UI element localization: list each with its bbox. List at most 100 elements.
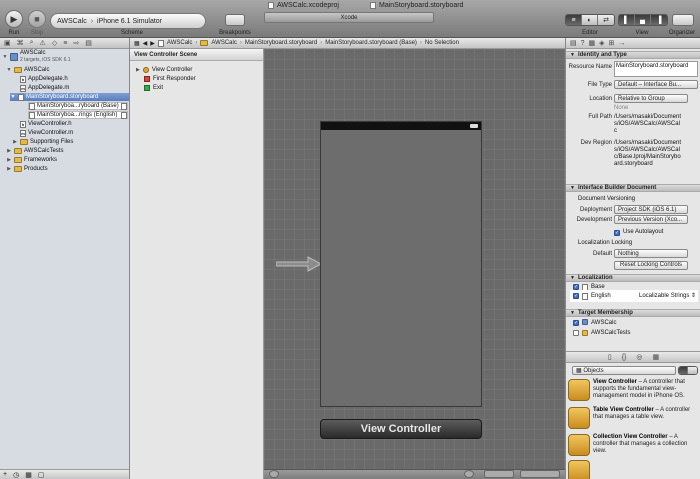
add-icon[interactable]: + xyxy=(3,471,7,478)
standard-editor-icon[interactable]: ≡ xyxy=(566,15,582,25)
back-icon[interactable]: ◀ xyxy=(143,40,148,47)
disclosure-closed-icon[interactable]: ▶ xyxy=(12,139,18,145)
library-item-collection-view-controller[interactable]: Collection View Controller – A controlle… xyxy=(568,434,698,458)
filter-icon[interactable]: ▦ xyxy=(25,471,32,479)
library-view-mode[interactable] xyxy=(678,366,698,375)
loc-english-type-popup[interactable]: Localizable Strings ⇕ xyxy=(639,293,696,300)
layout-controls-icon[interactable] xyxy=(520,470,560,478)
connections-inspector-icon[interactable]: → xyxy=(618,40,625,47)
view-segment[interactable]: ▌ ▄ ▐ xyxy=(618,14,668,26)
version-editor-icon[interactable]: ⇄ xyxy=(598,15,614,25)
loc-english-checkbox[interactable]: ✓ xyxy=(573,293,579,299)
tree-item-appdelegate-h[interactable]: h AppDelegate.h xyxy=(20,75,68,83)
file-template-icon[interactable]: ▯ xyxy=(608,353,612,361)
tab-xcodeproj[interactable]: AWSCalc.xcodeproj xyxy=(264,0,362,11)
disclosure-closed-icon[interactable]: ▶ xyxy=(136,67,140,73)
breakpoints-button[interactable] xyxy=(225,14,245,26)
disclosure-open-icon[interactable]: ▼ xyxy=(10,94,16,100)
file-inspector-icon[interactable]: ▤ xyxy=(570,39,577,47)
outline-view-controller[interactable]: ▶ View Controller xyxy=(136,66,192,74)
tree-item-supporting[interactable]: ▶ Supporting Files xyxy=(12,138,73,146)
jump-crumb-base[interactable]: MainStoryboard.storyboard (Base) xyxy=(325,40,417,46)
library-item-view-controller[interactable]: View Controller – A controller that supp… xyxy=(568,379,698,403)
identity-section-header[interactable]: ▼ Identity and Type xyxy=(566,51,700,59)
run-button[interactable]: ▶ xyxy=(5,10,23,28)
disclosure-closed-icon[interactable]: ▶ xyxy=(6,166,12,172)
target2-checkbox[interactable] xyxy=(573,330,579,336)
editor-mode-segment[interactable]: ≡ ◐ ⇄ xyxy=(565,14,615,26)
window-tab[interactable]: Xcode xyxy=(264,12,434,23)
navigator-toggle-icon[interactable]: ▌ xyxy=(619,15,635,25)
jump-crumb-selection[interactable]: No Selection xyxy=(425,40,459,46)
reset-locking-button[interactable]: Reset Locking Controls xyxy=(614,261,688,270)
tree-item-tests[interactable]: ▶ AWSCalcTests xyxy=(6,147,63,155)
grid-view-icon[interactable] xyxy=(679,367,688,374)
file-type-popup[interactable]: Default – Interface Bu... xyxy=(614,80,698,89)
tab-storyboard[interactable]: MainStoryboard.storyboard xyxy=(366,0,476,11)
scheme-selector[interactable]: AWSCalc › iPhone 6.1 Simulator xyxy=(50,13,206,29)
zoom-fit-icon[interactable] xyxy=(464,470,474,478)
quick-help-icon[interactable]: ? xyxy=(581,40,585,47)
object-library-icon[interactable]: ◎ xyxy=(636,353,642,361)
tree-item-appdelegate-m[interactable]: m AppDelegate.m xyxy=(20,84,69,92)
log-icon[interactable]: ▤ xyxy=(85,39,92,47)
tree-item-vc-h[interactable]: h ViewController.h xyxy=(20,120,72,128)
organizer-button[interactable] xyxy=(672,14,694,26)
tree-item-products[interactable]: ▶ Products xyxy=(6,165,48,173)
zoom-controls-icon[interactable] xyxy=(484,470,514,478)
tree-project[interactable]: ▼ AWSCalc 2 targets, iOS SDK 6.1 xyxy=(2,50,71,64)
tree-item-storyboard-english[interactable]: MainStoryboa...rings (English) xyxy=(28,111,128,119)
target1-checkbox[interactable]: ✓ xyxy=(573,320,579,326)
tree-item-storyboard[interactable]: ▼ MainStoryboard.storyboard xyxy=(10,93,129,101)
jump-crumb-storyboard[interactable]: MainStoryboard.storyboard xyxy=(245,40,317,46)
tree-item-frameworks[interactable]: ▶ Frameworks xyxy=(6,156,57,164)
list-view-icon[interactable] xyxy=(688,367,697,374)
library-item-partial[interactable] xyxy=(568,460,698,479)
ibd-section-header[interactable]: ▼ Interface Builder Document xyxy=(566,184,700,192)
disclosure-open-icon[interactable]: ▼ xyxy=(2,54,8,60)
autolayout-checkbox[interactable]: ✓ xyxy=(614,230,620,236)
tree-item-storyboard-base[interactable]: MainStoryboa...ryboard (Base) xyxy=(28,102,128,110)
location-popup[interactable]: Relative to Group xyxy=(614,94,688,103)
warning-icon[interactable]: ⚠ xyxy=(40,39,46,47)
symbol-icon[interactable]: ⌘ xyxy=(17,39,24,47)
identity-inspector-icon[interactable]: ▦ xyxy=(589,39,596,47)
utilities-toggle-icon[interactable]: ▐ xyxy=(651,15,667,25)
assistant-editor-icon[interactable]: ◐ xyxy=(582,15,598,25)
development-popup[interactable]: Previous Version (Xco... xyxy=(614,215,688,224)
jump-crumb-group[interactable]: AWSCalc xyxy=(211,40,236,46)
resource-name-field[interactable]: MainStoryboard.storyboard xyxy=(614,61,698,77)
breakpoint-icon[interactable]: ⇨ xyxy=(73,39,79,47)
size-inspector-icon[interactable]: ⊞ xyxy=(609,39,615,47)
debug-toggle-icon[interactable]: ▄ xyxy=(635,15,651,25)
code-snippet-icon[interactable]: {} xyxy=(622,354,627,361)
view-controller-scene[interactable] xyxy=(320,121,482,407)
disclosure-closed-icon[interactable]: ▶ xyxy=(6,148,12,154)
folder-icon[interactable]: ▣ xyxy=(4,39,11,47)
debug-icon[interactable]: ≡ xyxy=(63,40,67,47)
deployment-popup[interactable]: Project SDK (iOS 6.1) xyxy=(614,205,688,214)
disclosure-open-icon[interactable]: ▼ xyxy=(6,67,12,73)
recent-icon[interactable]: ◷ xyxy=(13,471,19,479)
outline-exit[interactable]: Exit xyxy=(144,84,163,92)
outline-toggle-icon[interactable] xyxy=(269,470,279,478)
library-filter-popup[interactable]: ▦ Objects xyxy=(572,366,676,375)
stop-button[interactable]: ■ xyxy=(28,10,46,28)
tree-item-vc-m[interactable]: m ViewController.m xyxy=(20,129,73,137)
tree-item-group[interactable]: ▼ AWSCalc xyxy=(6,66,49,74)
scene-dock[interactable]: View Controller xyxy=(320,419,482,439)
outline-first-responder[interactable]: First Responder xyxy=(144,75,196,83)
attributes-inspector-icon[interactable]: ◈ xyxy=(599,39,604,47)
test-icon[interactable]: ◇ xyxy=(52,39,57,47)
jump-crumb-project[interactable]: AWSCalc xyxy=(167,40,192,46)
target-section-header[interactable]: ▼ Target Membership xyxy=(566,309,700,317)
library-item-table-view-controller[interactable]: Table View Controller – A controller tha… xyxy=(568,407,698,431)
disclosure-closed-icon[interactable]: ▶ xyxy=(6,157,12,163)
localization-section-header[interactable]: ▼ Localization xyxy=(566,274,700,282)
forward-icon[interactable]: ▶ xyxy=(150,40,155,47)
media-library-icon[interactable]: ▦ xyxy=(653,353,660,361)
related-items-icon[interactable]: ▦ xyxy=(134,40,140,47)
search-icon[interactable]: ⌕ xyxy=(30,39,34,47)
outline-scene-header[interactable]: View Controller Scene xyxy=(130,49,263,61)
unsaved-icon[interactable]: ▢ xyxy=(38,471,45,479)
